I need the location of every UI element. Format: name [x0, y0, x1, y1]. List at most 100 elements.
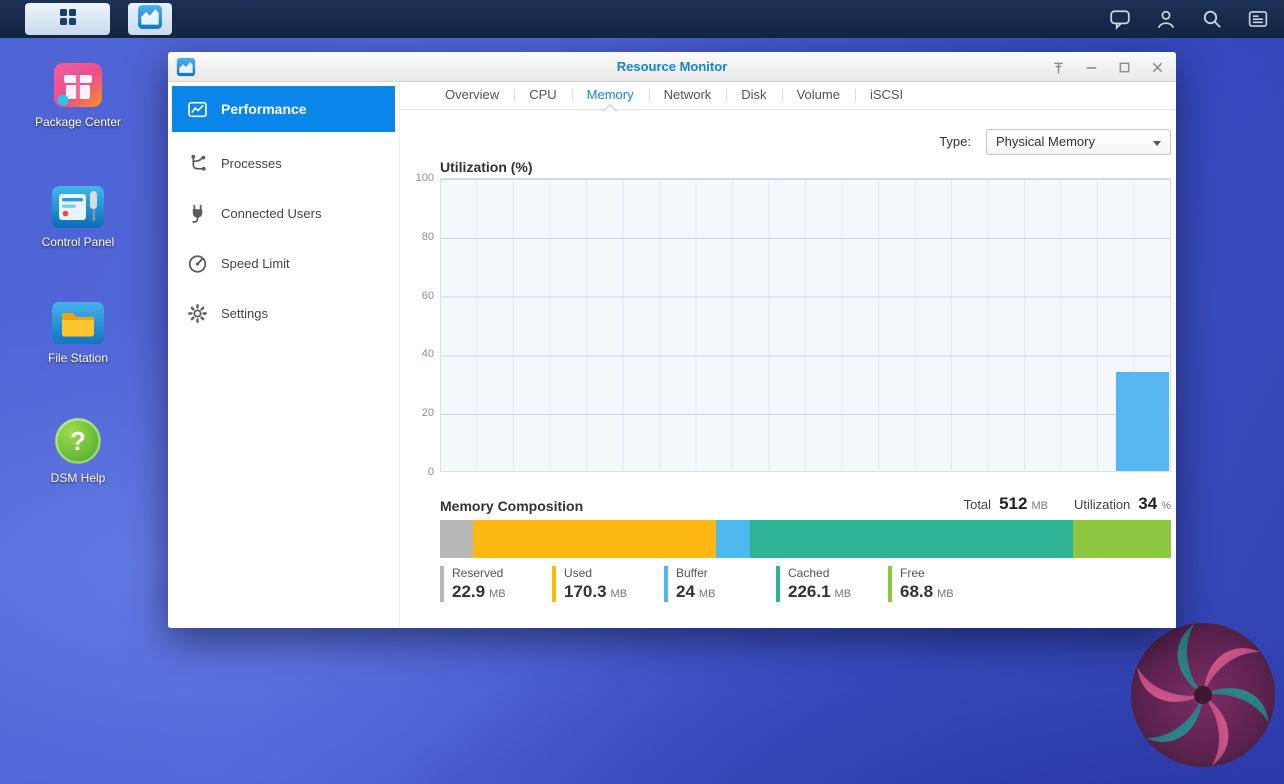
legend-item-buffer: Buffer 24 MB: [664, 566, 768, 602]
sidebar-item-performance[interactable]: Performance: [172, 86, 395, 132]
resource-monitor-app-icon: [137, 4, 163, 35]
segment-cached: [750, 520, 1073, 558]
legend-label: Cached: [788, 566, 880, 580]
window-controls: [1051, 52, 1164, 82]
memory-tab-panel: Type: Physical Memory Utilization (%) 10…: [400, 110, 1176, 628]
desktop-icon-label: DSM Help: [30, 471, 126, 485]
segment-buffer: [716, 520, 750, 558]
desktop-icon-label: Package Center: [30, 115, 126, 129]
segment-reserved: [440, 520, 473, 558]
sidebar-item-settings[interactable]: Settings: [168, 288, 399, 338]
segment-free: [1073, 520, 1171, 558]
plug-icon: [186, 202, 208, 224]
tab-volume[interactable]: Volume: [782, 82, 855, 110]
window-titlebar[interactable]: Resource Monitor: [168, 52, 1176, 82]
memory-composition-title: Memory Composition: [440, 498, 583, 514]
window-body: Performance Processes: [168, 82, 1176, 628]
control-panel-icon: [30, 184, 126, 230]
total-value: 512: [999, 494, 1027, 514]
sidebar-item-label: Speed Limit: [221, 256, 290, 271]
search-icon[interactable]: [1200, 7, 1224, 31]
notifications-icon[interactable]: [1108, 7, 1132, 31]
process-tree-icon: [186, 152, 208, 174]
file-station-icon: [30, 300, 126, 346]
user-account-icon[interactable]: [1154, 7, 1178, 31]
y-axis-tick: 0: [400, 466, 434, 478]
taskbar: [0, 0, 1284, 38]
taskbar-tray: [1108, 0, 1270, 38]
gauge-icon: [186, 252, 208, 274]
y-axis-tick: 60: [400, 290, 434, 302]
total-unit: MB: [1031, 500, 1048, 512]
legend-label: Used: [564, 566, 656, 580]
resource-monitor-taskbar-button[interactable]: [128, 3, 172, 35]
tab-bar: Overview CPU Memory Network Disk Volume …: [400, 82, 1176, 110]
desktop-icon-label: File Station: [30, 351, 126, 365]
sidebar-item-speed-limit[interactable]: Speed Limit: [168, 238, 399, 288]
utilization-unit: %: [1161, 500, 1171, 512]
sidebar-item-label: Processes: [221, 156, 282, 171]
tab-overview[interactable]: Overview: [430, 82, 514, 110]
tab-cpu[interactable]: CPU: [514, 82, 571, 110]
chevron-down-icon: [1153, 141, 1161, 146]
desktop-icon-file-station[interactable]: File Station: [30, 300, 126, 365]
legend-item-used: Used 170.3 MB: [552, 566, 656, 602]
legend-value: 22.9: [452, 582, 485, 602]
y-axis-tick: 100: [400, 172, 434, 184]
total-label: Total: [964, 497, 991, 512]
minimize-icon[interactable]: [1084, 60, 1098, 74]
sidebar-item-label: Connected Users: [221, 206, 321, 221]
memory-utilization-bar: [1116, 372, 1169, 471]
legend-unit: MB: [937, 588, 954, 600]
widgets-panel-icon[interactable]: [1246, 7, 1270, 31]
legend-unit: MB: [611, 588, 628, 600]
utilization-value: 34: [1138, 494, 1157, 514]
resource-monitor-window: Resource Monitor: [168, 52, 1176, 628]
sidebar-item-label: Performance: [221, 101, 307, 117]
memory-type-select[interactable]: Physical Memory: [986, 129, 1171, 155]
utilization-label: Utilization: [1074, 497, 1130, 512]
performance-chart-icon: [186, 98, 208, 120]
main-menu-button[interactable]: [25, 3, 110, 35]
legend-value: 226.1: [788, 582, 831, 602]
y-axis-tick: 80: [400, 231, 434, 243]
legend-label: Reserved: [452, 566, 544, 580]
pin-icon[interactable]: [1051, 60, 1065, 74]
legend-unit: MB: [699, 588, 716, 600]
desktop-icon-control-panel[interactable]: Control Panel: [30, 184, 126, 249]
memory-legend: Reserved 22.9 MB Used 170.3 MB: [440, 566, 992, 602]
legend-value: 24: [676, 582, 695, 602]
utilization-chart: [440, 178, 1171, 472]
tab-memory[interactable]: Memory: [572, 82, 649, 110]
y-axis-tick: 40: [400, 348, 434, 360]
app-grid-icon: [58, 7, 78, 32]
desktop-icon-dsm-help[interactable]: ? DSM Help: [30, 416, 126, 485]
tab-disk[interactable]: Disk: [726, 82, 781, 110]
legend-value: 170.3: [564, 582, 607, 602]
y-axis-tick: 20: [400, 407, 434, 419]
desktop-icon-package-center[interactable]: Package Center: [30, 60, 126, 129]
legend-label: Buffer: [676, 566, 768, 580]
sidebar-item-processes[interactable]: Processes: [168, 138, 399, 188]
legend-item-reserved: Reserved 22.9 MB: [440, 566, 544, 602]
sidebar-item-connected-users[interactable]: Connected Users: [168, 188, 399, 238]
tab-network[interactable]: Network: [649, 82, 727, 110]
desktop-background: Package Center Control Panel: [0, 0, 1284, 784]
gear-icon: [186, 302, 208, 324]
utilization-chart-title: Utilization (%): [440, 159, 533, 175]
close-icon[interactable]: [1150, 60, 1164, 74]
sidebar-item-label: Settings: [221, 306, 268, 321]
legend-item-cached: Cached 226.1 MB: [776, 566, 880, 602]
segment-used: [473, 520, 716, 558]
sidebar: Performance Processes: [168, 82, 400, 628]
legend-value: 68.8: [900, 582, 933, 602]
desktop-swirl-logo: [1128, 620, 1278, 770]
package-center-icon: [30, 60, 126, 110]
memory-composition-bar: [440, 520, 1171, 558]
legend-unit: MB: [835, 588, 852, 600]
tab-iscsi[interactable]: iSCSI: [855, 82, 918, 110]
maximize-icon[interactable]: [1117, 60, 1131, 74]
desktop-icon-label: Control Panel: [30, 235, 126, 249]
window-title: Resource Monitor: [168, 52, 1176, 82]
legend-unit: MB: [489, 588, 506, 600]
